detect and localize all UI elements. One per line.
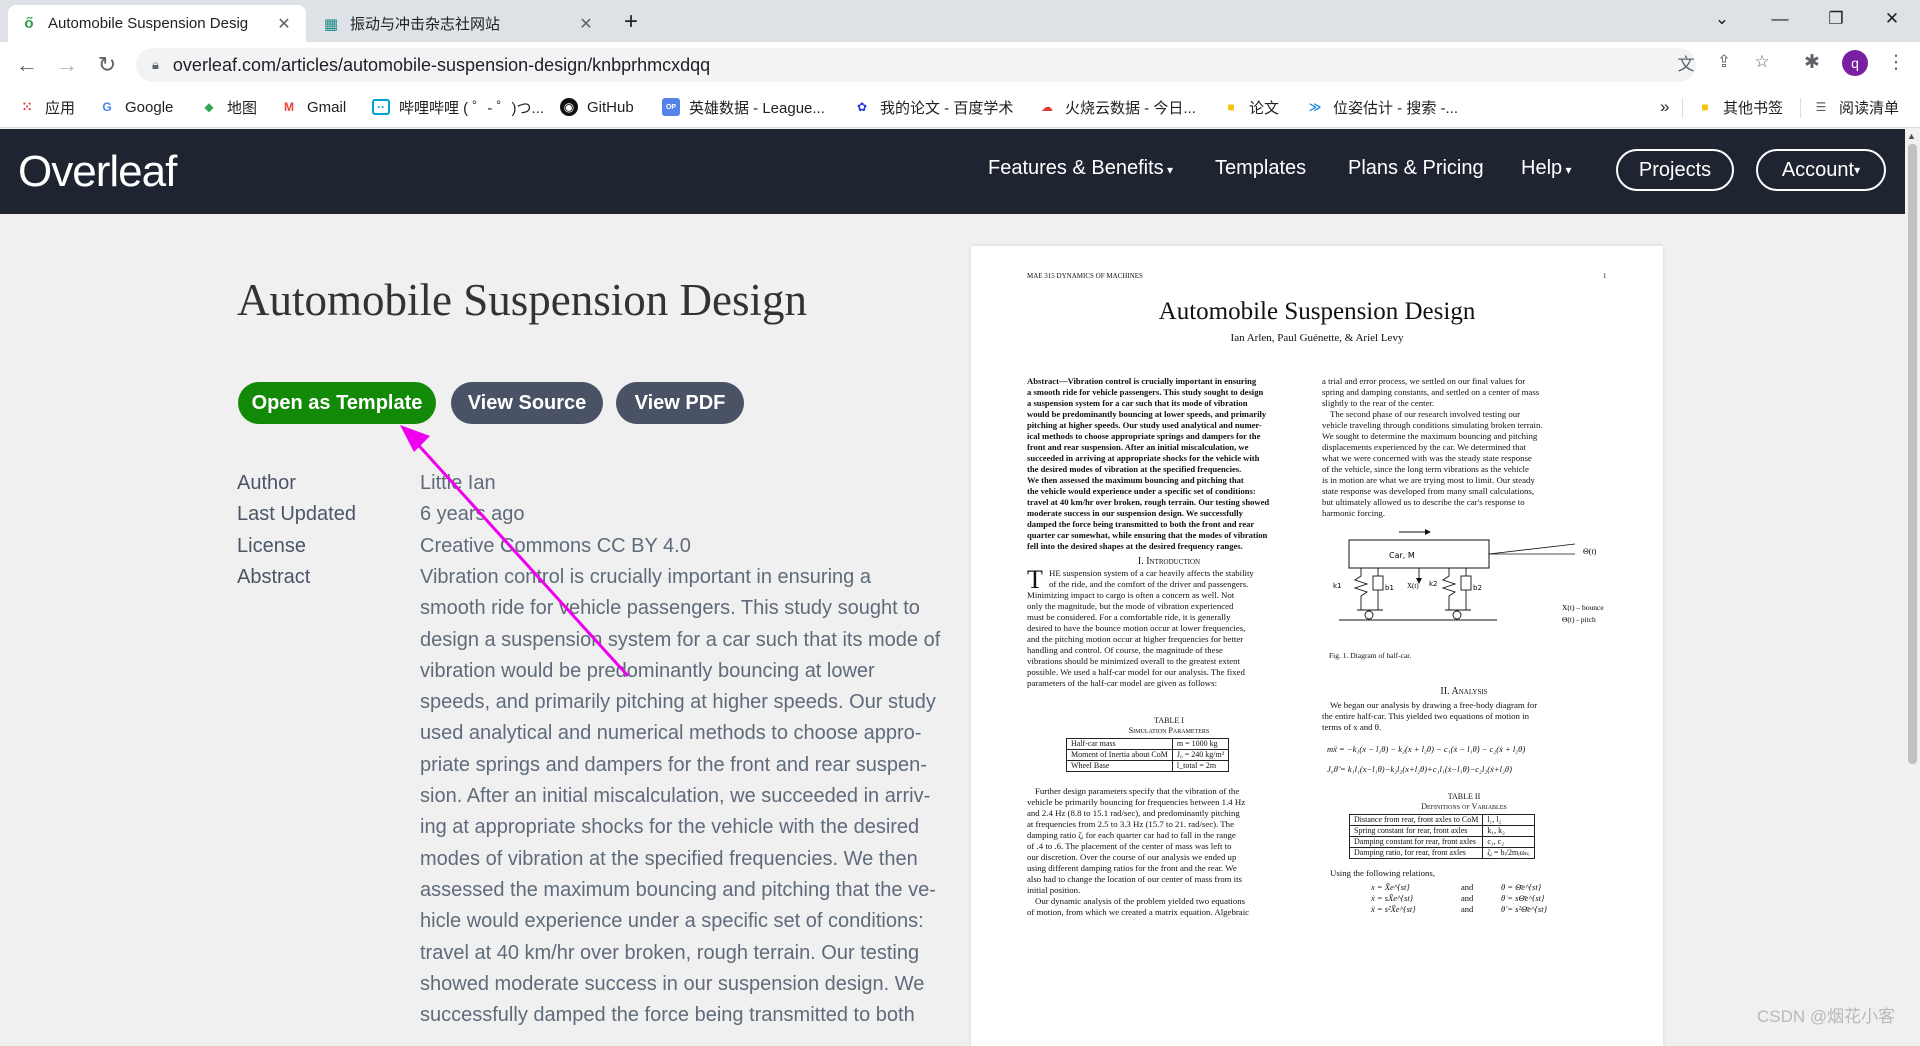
lock-icon: 🔒︎ (152, 57, 159, 72)
cloud-icon: ☁ (1041, 100, 1053, 114)
profile-avatar[interactable]: q (1842, 50, 1868, 76)
nav-templates[interactable]: Templates (1215, 157, 1306, 180)
close-icon[interactable]: ✕ (576, 14, 596, 34)
bookmark-cloud[interactable]: ☁ 火烧云数据 - 今日... (1038, 96, 1196, 118)
url-text: overleaf.com/articles/automobile-suspens… (172, 54, 711, 75)
divider (1800, 98, 1801, 118)
reading-list[interactable]: ☰ 阅读清单 (1812, 96, 1899, 118)
tab-search-icon[interactable]: ⌄ (1694, 0, 1750, 38)
overleaf-logo[interactable]: Overleaf (18, 147, 177, 197)
reading-list-icon: ☰ (1815, 100, 1827, 114)
back-icon[interactable]: ← (12, 50, 42, 80)
google-icon: G (102, 100, 112, 114)
bookmark-league[interactable]: OP 英雄数据 - League... (662, 96, 825, 118)
bookmark-bilibili[interactable]: ·· 哔哩哔哩 ( ゜- ゜)つ... (372, 96, 544, 118)
tab-title: 振动与冲击杂志社网站 (350, 16, 501, 33)
nav-help-dropdown[interactable]: Help ▾ (1521, 157, 1572, 180)
bilibili-icon: ·· (372, 99, 390, 115)
bookmark-github[interactable]: ◉ GitHub (560, 96, 634, 118)
gmail-icon: M (284, 100, 294, 114)
bookmark-star-icon[interactable]: ☆ (1750, 50, 1774, 74)
arrow-shaft (410, 436, 630, 678)
more-bookmarks-button[interactable]: » (1660, 96, 1669, 118)
new-tab-button[interactable]: + (616, 8, 646, 38)
extensions-icon[interactable]: ✱ (1798, 48, 1826, 76)
forward-icon[interactable]: → (52, 50, 82, 80)
divider (1682, 98, 1683, 118)
reload-icon[interactable]: ↻ (92, 50, 122, 80)
tab-title: Automobile Suspension Desig (48, 15, 249, 32)
caret-down-icon: ▾ (1562, 163, 1572, 177)
journal-icon: ▦ (323, 15, 339, 33)
caret-down-icon: ▾ (1163, 163, 1174, 177)
other-bookmarks[interactable]: ■ 其他书签 (1696, 96, 1783, 118)
share-icon[interactable]: ⇪ (1712, 50, 1736, 74)
translate-icon[interactable]: 文 (1674, 50, 1698, 74)
tab-overleaf[interactable]: ő Automobile Suspension Desig ✕ (8, 5, 306, 42)
address-bar[interactable]: 🔒︎ overleaf.com/articles/automobile-susp… (136, 48, 1696, 82)
opgg-icon: OP (662, 98, 680, 116)
tab-journal[interactable]: ▦ 振动与冲击杂志社网站 ✕ (310, 5, 608, 42)
maps-icon: ◆ (204, 100, 214, 114)
overleaf-navbar: Overleaf Features & Benefits ▾ Templates… (0, 129, 1905, 214)
close-icon[interactable]: ✕ (274, 14, 294, 34)
bookmarks-bar: ⁙ 应用 G Google ◆ 地图 M Gmail ·· 哔哩哔哩 ( ゜- … (0, 88, 1920, 128)
projects-button[interactable]: Projects (1616, 149, 1734, 191)
bookmark-apps[interactable]: ⁙ 应用 (18, 96, 75, 118)
arrow-head-icon (400, 425, 430, 452)
scroll-up-icon[interactable]: ▲ (1907, 131, 1916, 141)
page-content: Automobile Suspension Design Open as Tem… (0, 214, 1905, 1046)
folder-icon: ■ (1227, 100, 1235, 114)
bing-icon: ≫ (1308, 100, 1322, 114)
folder-icon: ■ (1701, 100, 1709, 114)
bookmark-google[interactable]: G Google (98, 96, 173, 118)
account-dropdown[interactable]: Account ▾ (1756, 149, 1886, 191)
bookmark-bing[interactable]: ≫ 位姿估计 - 搜索 -... (1306, 96, 1458, 118)
browser-toolbar: ← → ↻ 🔒︎ overleaf.com/articles/automobil… (0, 42, 1920, 88)
nav-plans-pricing[interactable]: Plans & Pricing (1348, 157, 1484, 180)
tab-strip: ő Automobile Suspension Desig ✕ ▦ 振动与冲击杂… (0, 0, 1920, 42)
minimize-button[interactable]: — (1752, 0, 1808, 38)
overleaf-icon: ő (24, 15, 34, 32)
apps-grid-icon: ⁙ (21, 100, 33, 114)
caret-down-icon: ▾ (1854, 163, 1861, 177)
nav-features-dropdown[interactable]: Features & Benefits ▾ (988, 157, 1173, 180)
watermark: CSDN @烟花小客 (1757, 1007, 1896, 1026)
bookmark-papers[interactable]: ■ 论文 (1222, 96, 1279, 118)
bookmark-baidu[interactable]: ✿ 我的论文 - 百度学术 (853, 96, 1013, 118)
baidu-icon: ✿ (856, 100, 868, 114)
maximize-button[interactable]: ❐ (1808, 0, 1864, 38)
scrollbar-thumb[interactable] (1908, 144, 1917, 764)
bookmark-maps[interactable]: ◆ 地图 (200, 96, 257, 118)
bookmark-gmail[interactable]: M Gmail (280, 96, 346, 118)
github-icon: ◉ (560, 98, 578, 116)
annotation-arrow (400, 425, 630, 678)
close-window-button[interactable]: ✕ (1864, 0, 1920, 38)
menu-kebab-icon[interactable]: ⋮ (1882, 48, 1910, 76)
